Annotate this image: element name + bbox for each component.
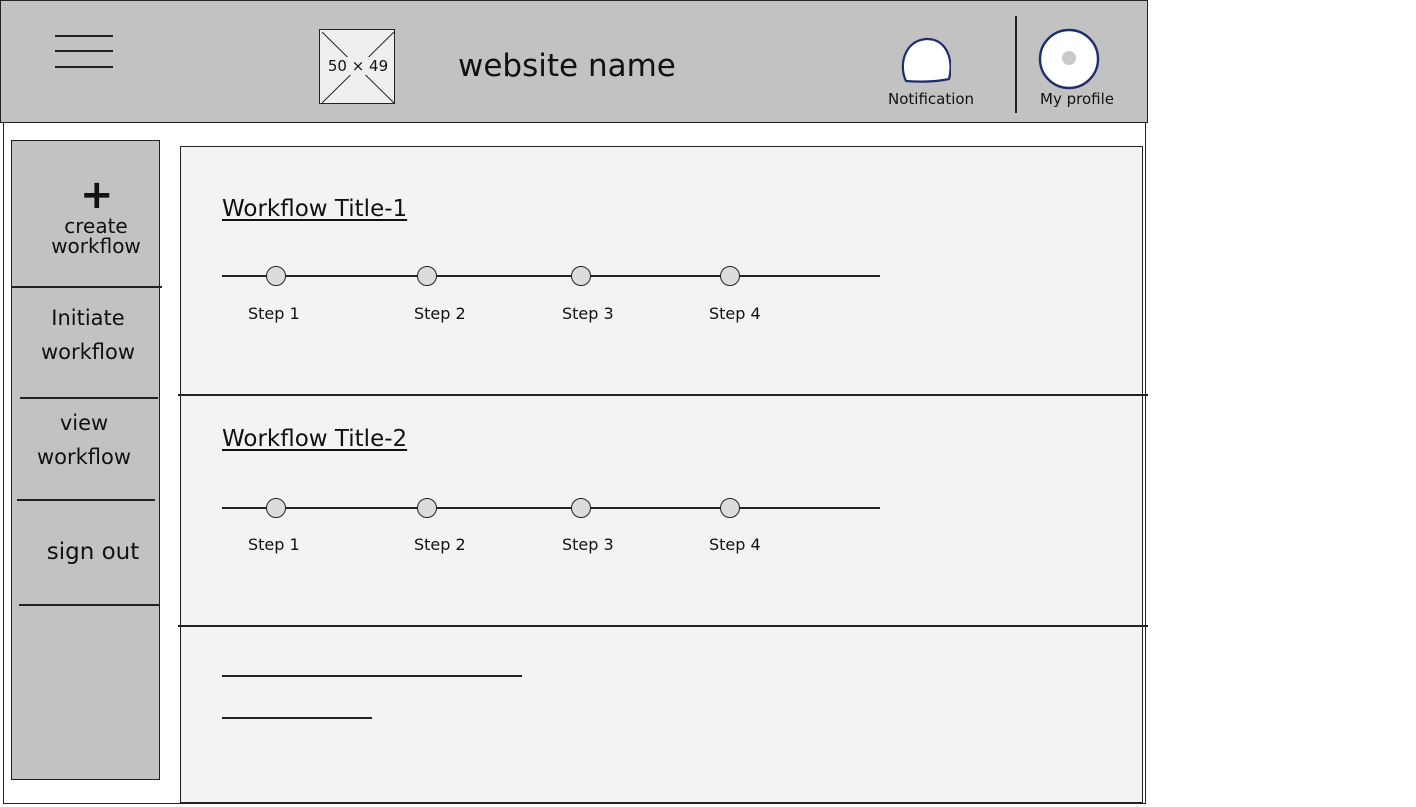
step-node[interactable] [571, 266, 591, 286]
initiate-workflow-button[interactable]: Initiate workflow [36, 301, 140, 369]
view-workflow-button[interactable]: view workflow [30, 406, 138, 474]
sidebar-divider [20, 397, 158, 399]
step-label: Step 3 [562, 304, 614, 323]
notification-icon[interactable] [901, 37, 951, 83]
workflow-row-divider [178, 625, 1148, 627]
initiate-workflow-line2: workflow [40, 340, 136, 364]
view-workflow-line2: workflow [36, 445, 132, 469]
step-label: Step 1 [248, 304, 300, 323]
text-placeholder-line [222, 675, 522, 677]
sidebar-divider [17, 499, 155, 501]
workflow-list-panel [180, 146, 1143, 803]
logo-placeholder: 50 × 49 [319, 29, 395, 104]
step-node[interactable] [720, 498, 740, 518]
notification-label[interactable]: Notification [888, 90, 974, 108]
header-divider [1015, 16, 1017, 113]
step-node[interactable] [417, 266, 437, 286]
step-label: Step 4 [709, 535, 761, 554]
step-label: Step 1 [248, 535, 300, 554]
profile-label[interactable]: My profile [1040, 90, 1114, 108]
profile-avatar-icon[interactable] [1038, 28, 1100, 90]
workflow-title-link[interactable]: Workflow Title-1 [222, 196, 407, 222]
step-label: Step 2 [414, 535, 466, 554]
step-node[interactable] [266, 266, 286, 286]
create-workflow-line1: create [64, 214, 128, 238]
hamburger-menu-icon[interactable] [55, 33, 115, 71]
step-label: Step 4 [709, 304, 761, 323]
step-node[interactable] [720, 266, 740, 286]
view-workflow-line1: view [59, 411, 109, 435]
step-node[interactable] [571, 498, 591, 518]
create-workflow-button[interactable]: create workflow [48, 216, 144, 256]
step-node[interactable] [417, 498, 437, 518]
plus-icon[interactable]: + [80, 175, 114, 215]
step-node[interactable] [266, 498, 286, 518]
workflow-progress-track [222, 507, 880, 509]
text-placeholder-line [222, 717, 372, 719]
site-name[interactable]: website name [458, 48, 676, 84]
workflow-progress-track [222, 275, 880, 277]
sidebar-divider [12, 286, 162, 288]
sidebar-divider [19, 604, 159, 606]
step-label: Step 2 [414, 304, 466, 323]
sign-out-button[interactable]: sign out [40, 535, 146, 569]
workflow-row-divider [178, 394, 1148, 396]
logo-size-label: 50 × 49 [326, 57, 390, 75]
initiate-workflow-line1: Initiate [51, 306, 125, 330]
workflow-title-link[interactable]: Workflow Title-2 [222, 426, 407, 452]
step-label: Step 3 [562, 535, 614, 554]
create-workflow-line2: workflow [51, 234, 141, 258]
